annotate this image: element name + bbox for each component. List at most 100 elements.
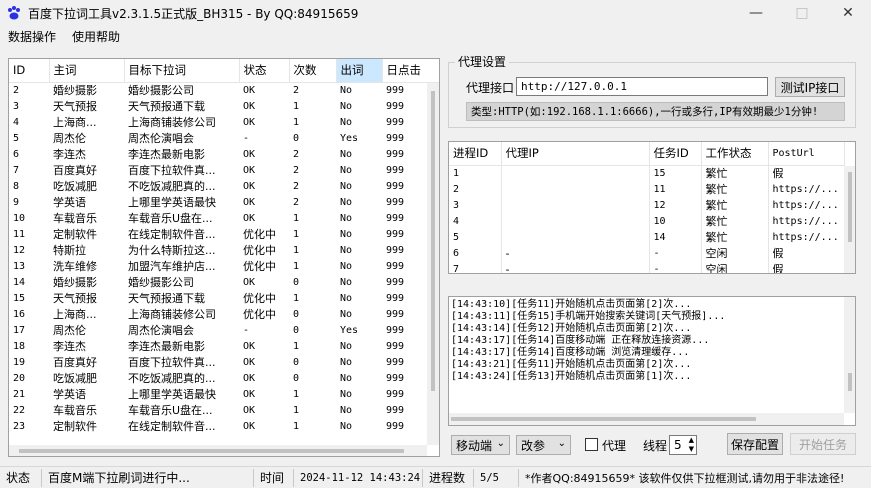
progress-label: 进程数 — [423, 468, 474, 487]
keyword-col-header[interactable]: 日点击 — [382, 59, 439, 83]
table-row[interactable]: 14 婚纱摄影 婚纱摄影公司 OK 0 No 999 — [9, 275, 439, 291]
table-cell: 0 — [293, 372, 300, 384]
platform-select[interactable]: 移动端 ⌄ — [451, 435, 510, 455]
process-row[interactable]: 1 15 繁忙假 — [449, 165, 845, 182]
keyword-table-vscroll[interactable] — [427, 83, 439, 445]
keyword-col-header[interactable]: ID — [9, 59, 50, 83]
table-row[interactable]: 10 车载音乐 车载音乐U盘在... OK 1 No 999 — [9, 211, 439, 227]
close-icon: ✕ — [842, 5, 854, 21]
table-row[interactable]: 11 定制软件 在线定制软件音... 优化中 1 No 999 — [9, 227, 439, 243]
table-row[interactable]: 4 上海商... 上海商铺装修公司 OK 1 No 999 — [9, 115, 439, 131]
process-row[interactable]: 6- - 空闲假 — [449, 245, 845, 262]
keyword-table-panel: ID 主词 目标下拉词 状态 次数 出词 日点击 2 婚纱摄影 婚纱摄影公司 OK 2 No 999 3 天… — [8, 58, 440, 457]
mode-select[interactable]: 改参 ⌄ — [516, 435, 571, 455]
table-row[interactable]: 15 天气预报 天气预报通下载 优化中 1 No 999 — [9, 291, 439, 307]
save-config-button[interactable]: 保存配置 — [727, 433, 783, 455]
table-cell: 吃饭减肥 — [53, 179, 97, 193]
table-row[interactable]: 17 周杰伦 周杰伦演唱会 -0 Yes 999 — [9, 323, 439, 339]
table-cell: 特斯拉 — [53, 243, 86, 257]
process-cell: 假 — [768, 261, 845, 273]
table-row[interactable]: 18 李连杰 李连杰最新电影 OK 1 No 999 — [9, 339, 439, 355]
log-line: [14:43:17][任务14]百度移动端 正在释放连接资源... — [451, 335, 710, 346]
hscroll-thumb[interactable] — [19, 449, 404, 453]
process-col-header[interactable]: PostUrl — [768, 142, 845, 166]
process-row[interactable]: 7- - 空闲假 — [449, 261, 845, 273]
table-cell: OK — [243, 404, 256, 416]
table-cell: OK — [243, 212, 256, 224]
table-cell: 百度真好 — [53, 355, 97, 369]
table-cell: 1 — [293, 228, 300, 240]
table-row[interactable]: 13 洗车维修 加盟汽车维护店... 优化中 1 No 999 — [9, 259, 439, 275]
table-row[interactable]: 5 周杰伦 周杰伦演唱会 -0 Yes 999 — [9, 131, 439, 147]
table-cell: 百度真好 — [53, 163, 97, 177]
table-row[interactable]: 16 上海商... 上海商铺装修公司 优化中 0 No 999 — [9, 307, 439, 323]
process-vscroll-thumb[interactable] — [848, 172, 852, 242]
table-row[interactable]: 2 婚纱摄影 婚纱摄影公司 OK 2 No 999 — [9, 82, 439, 99]
keyword-col-header[interactable]: 目标下拉词 — [124, 59, 240, 83]
table-cell: 1 — [293, 116, 300, 128]
table-cell: No — [340, 164, 353, 176]
close-button[interactable]: ✕ — [825, 0, 871, 26]
table-cell: 李连杰 — [53, 147, 86, 161]
table-cell: No — [340, 404, 353, 416]
table-row[interactable]: 21 学英语 上哪里学英语最快 OK 1 No 999 — [9, 387, 439, 403]
process-cell: https://... — [768, 181, 845, 198]
minimize-button[interactable]: — — [733, 0, 779, 26]
menu-data-ops[interactable]: 数据操作 — [0, 28, 64, 45]
process-table-vscroll[interactable] — [844, 166, 855, 273]
table-cell: No — [340, 244, 353, 256]
progress-value: 5/5 — [474, 468, 519, 487]
process-row[interactable]: 4 10 繁忙 https://... — [449, 213, 845, 230]
menu-bar: 数据操作 使用帮助 — [0, 26, 871, 46]
log-vscroll-thumb[interactable] — [848, 373, 852, 391]
test-ip-button[interactable]: 测试IP接口 — [775, 77, 845, 97]
proxy-checkbox[interactable] — [585, 438, 598, 451]
table-cell: 加盟汽车维护店... — [128, 259, 216, 273]
log-line: [14:43:11][任务15]手机端开始搜索关键词[天气预报]... — [451, 311, 726, 322]
keyword-col-header[interactable]: 次数 — [289, 59, 337, 83]
table-row[interactable]: 3 天气预报 天气预报通下载 OK 1 No 999 — [9, 99, 439, 115]
threads-label: 线程 — [643, 439, 668, 453]
table-row[interactable]: 19 百度真好 百度下拉软件真... OK 0 No 999 — [9, 355, 439, 371]
table-row[interactable]: 20 吃饭减肥 不吃饭减肥真的... OK 0 No 999 — [9, 371, 439, 387]
table-cell: No — [340, 260, 353, 272]
process-row[interactable]: 3 12 繁忙 https://... — [449, 197, 845, 214]
start-task-button[interactable]: 开始任务 — [790, 433, 856, 455]
keyword-table-hscroll[interactable] — [9, 445, 427, 456]
keyword-col-header[interactable]: 出词 — [336, 59, 383, 83]
log-hscroll-thumb[interactable] — [451, 417, 756, 421]
process-col-header[interactable]: 代理IP — [501, 142, 650, 166]
table-row[interactable]: 8 吃饭减肥 不吃饭减肥真的... OK 2 No 999 — [9, 179, 439, 195]
process-col-header[interactable]: 任务ID — [649, 142, 702, 166]
menu-help[interactable]: 使用帮助 — [64, 28, 128, 45]
table-cell: OK — [243, 388, 256, 400]
maximize-button[interactable]: □ — [779, 0, 825, 26]
table-row[interactable]: 6 李连杰 李连杰最新电影 OK 2 No 999 — [9, 147, 439, 163]
keyword-col-header[interactable]: 状态 — [239, 59, 290, 83]
chevron-down-icon: ⌄ — [496, 438, 505, 449]
log-hscroll[interactable] — [449, 413, 844, 425]
stepper-arrows-icon[interactable]: ▲ ▼ — [689, 436, 694, 454]
table-row[interactable]: 22 车载音乐 车载音乐U盘在... OK 1 No 999 — [9, 403, 439, 419]
keyword-col-header[interactable]: 主词 — [49, 59, 125, 83]
table-cell: 13 — [13, 260, 26, 272]
table-cell: 0 — [293, 132, 300, 144]
threads-stepper[interactable]: 5 ▲ ▼ — [669, 435, 697, 455]
process-row[interactable]: 5 14 繁忙 https://... — [449, 229, 845, 246]
log-vscroll[interactable] — [844, 297, 855, 413]
table-cell: 12 — [13, 244, 26, 256]
table-cell: No — [340, 356, 353, 368]
process-col-header[interactable]: 进程ID — [449, 142, 502, 166]
vscroll-thumb[interactable] — [431, 91, 435, 391]
log-panel: [14:43:10][任务11]开始随机点击页面第[2]次... [14:43:1… — [448, 296, 856, 426]
table-row[interactable]: 9 学英语 上哪里学英语最快 OK 2 No 999 — [9, 195, 439, 211]
table-cell: 李连杰 — [53, 339, 86, 353]
table-cell: No — [340, 212, 353, 224]
table-cell: 23 — [13, 420, 26, 432]
process-col-header[interactable]: 工作状态 — [701, 142, 769, 166]
table-row[interactable]: 7 百度真好 百度下拉软件真... OK 2 No 999 — [9, 163, 439, 179]
table-row[interactable]: 23 定制软件 在线定制软件音... OK 1 No 999 — [9, 419, 439, 435]
proxy-interface-input[interactable]: http://127.0.0.1 — [516, 77, 768, 96]
process-row[interactable]: 2 11 繁忙 https://... — [449, 181, 845, 198]
table-row[interactable]: 12 特斯拉 为什么特斯拉这... 优化中 1 No 999 — [9, 243, 439, 259]
